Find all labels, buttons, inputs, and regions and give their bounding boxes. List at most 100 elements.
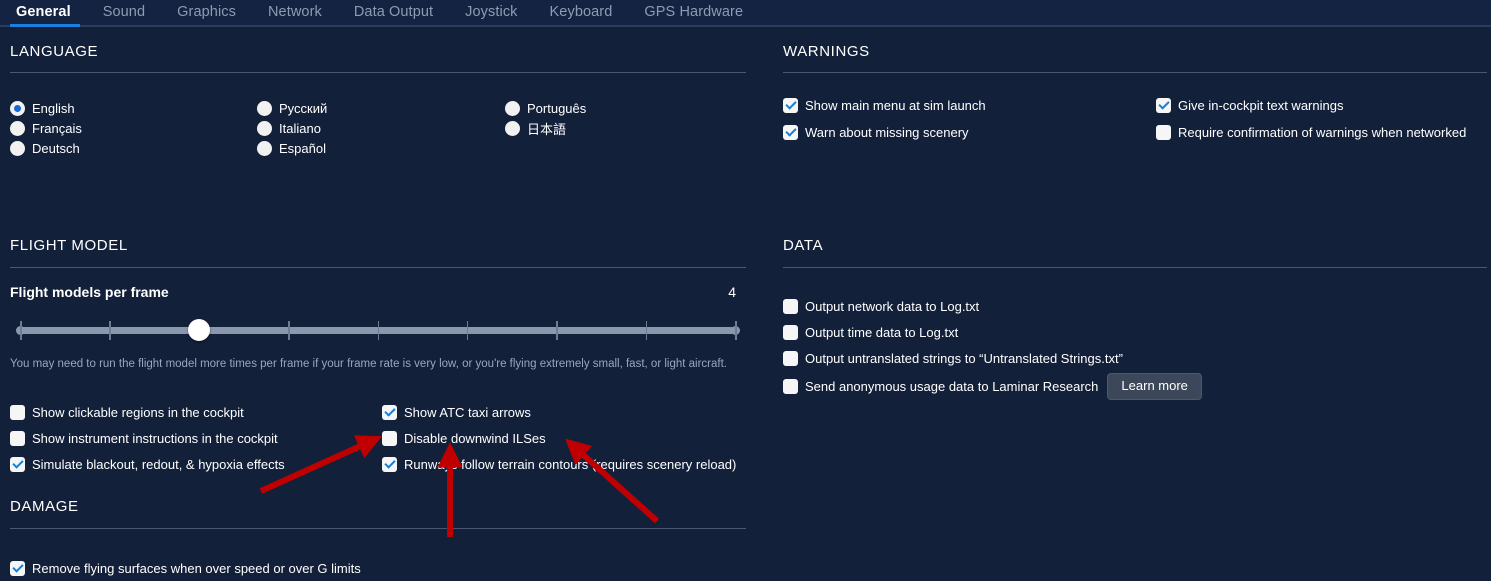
slider-tick: [20, 321, 22, 340]
checkbox-label-disable-downwind-ilses: Disable downwind ILSes: [404, 430, 546, 446]
checkbox-show-instrument-instructions[interactable]: [10, 430, 25, 446]
checkbox-row-disable-downwind-ilses[interactable]: Disable downwind ILSes: [382, 425, 736, 451]
flight-model-divider: [10, 267, 746, 268]
checkbox-disable-downwind-ilses[interactable]: [382, 430, 397, 446]
checkbox-row-send-anonymous-usage-data[interactable]: Send anonymous usage data to Laminar Res…: [783, 371, 1202, 401]
language-section-title: LANGUAGE: [10, 43, 99, 60]
radio-label-japanese: 日本語: [527, 121, 567, 137]
checkbox-row-show-instrument-instructions[interactable]: Show instrument instructions in the cock…: [10, 425, 285, 451]
checkbox-label-send-anonymous-usage-data: Send anonymous usage data to Laminar Res…: [805, 378, 1099, 394]
damage-checkbox-list: Remove flying surfaces when over speed o…: [10, 555, 361, 581]
warnings-divider: [783, 72, 1487, 73]
radio-row-russian[interactable]: Русский: [257, 98, 327, 118]
radio-label-portugues: Português: [527, 100, 587, 116]
checkbox-row-remove-flying-surfaces[interactable]: Remove flying surfaces when over speed o…: [10, 555, 361, 581]
warnings-column-2: Give in-cockpit text warnings Require co…: [1156, 92, 1466, 146]
tab-bar: General Sound Graphics Network Data Outp…: [0, 0, 1491, 27]
slider-tick: [109, 321, 111, 340]
checkbox-row-output-untranslated-strings[interactable]: Output untranslated strings to “Untransl…: [783, 345, 1202, 371]
checkbox-label-show-atc-taxi-arrows: Show ATC taxi arrows: [404, 404, 531, 420]
radio-label-deutsch: Deutsch: [32, 140, 80, 156]
flight-models-per-frame-value: 4: [728, 284, 736, 300]
damage-divider: [10, 528, 746, 529]
radio-italiano[interactable]: [257, 120, 272, 136]
tab-joystick[interactable]: Joystick: [465, 0, 517, 24]
checkbox-label-output-network-data: Output network data to Log.txt: [805, 298, 980, 314]
learn-more-button[interactable]: Learn more: [1107, 372, 1202, 400]
active-tab-indicator: [10, 24, 80, 27]
checkbox-warn-missing-scenery[interactable]: [783, 125, 798, 140]
flight-model-checkbox-column-2: Show ATC taxi arrows Disable downwind IL…: [382, 399, 736, 477]
radio-row-deutsch[interactable]: Deutsch: [10, 138, 82, 158]
checkbox-simulate-blackout[interactable]: [10, 456, 25, 472]
checkbox-label-warn-missing-scenery: Warn about missing scenery: [805, 125, 969, 140]
checkbox-show-main-menu[interactable]: [783, 98, 798, 113]
radio-portugues[interactable]: [505, 100, 520, 116]
checkbox-row-give-incockpit-warnings[interactable]: Give in-cockpit text warnings: [1156, 92, 1466, 119]
tab-keyboard[interactable]: Keyboard: [550, 0, 613, 24]
data-checkbox-list: Output network data to Log.txt Output ti…: [783, 293, 1202, 401]
flight-models-per-frame-slider[interactable]: [0, 313, 760, 345]
flight-models-per-frame-row: Flight models per frame 4: [10, 284, 746, 302]
flight-model-section-title: FLIGHT MODEL: [10, 237, 128, 254]
checkbox-row-warn-missing-scenery[interactable]: Warn about missing scenery: [783, 119, 986, 146]
checkbox-output-time-data[interactable]: [783, 324, 798, 340]
radio-francais[interactable]: [10, 120, 25, 136]
slider-tick: [735, 321, 737, 340]
checkbox-label-show-instrument-instructions: Show instrument instructions in the cock…: [32, 430, 278, 446]
checkbox-remove-flying-surfaces[interactable]: [10, 560, 25, 576]
radio-row-francais[interactable]: Français: [10, 118, 82, 138]
radio-espanol[interactable]: [257, 140, 272, 156]
tab-bar-divider: [0, 25, 1491, 27]
checkbox-output-network-data[interactable]: [783, 298, 798, 314]
checkbox-row-output-time-data[interactable]: Output time data to Log.txt: [783, 319, 1202, 345]
language-column-3: Português 日本語: [505, 98, 586, 138]
radio-row-italiano[interactable]: Italiano: [257, 118, 327, 138]
checkbox-label-show-clickable-regions: Show clickable regions in the cockpit: [32, 404, 244, 420]
checkbox-row-show-main-menu[interactable]: Show main menu at sim launch: [783, 92, 986, 119]
tab-gps-hardware[interactable]: GPS Hardware: [644, 0, 743, 24]
checkbox-label-require-confirmation: Require confirmation of warnings when ne…: [1178, 125, 1467, 140]
radio-russian[interactable]: [257, 100, 272, 116]
checkbox-show-clickable-regions[interactable]: [10, 404, 25, 420]
radio-row-english[interactable]: English: [10, 98, 82, 118]
checkbox-require-confirmation[interactable]: [1156, 125, 1171, 140]
tab-sound[interactable]: Sound: [103, 0, 145, 24]
checkbox-runways-follow-terrain-contours[interactable]: [382, 456, 397, 472]
checkbox-label-show-main-menu: Show main menu at sim launch: [805, 98, 986, 113]
checkbox-send-anonymous-usage-data[interactable]: [783, 378, 798, 394]
data-divider: [783, 267, 1487, 268]
tab-data-output[interactable]: Data Output: [354, 0, 433, 24]
radio-japanese[interactable]: [505, 120, 520, 136]
slider-tick: [556, 321, 558, 340]
checkbox-row-show-atc-taxi-arrows[interactable]: Show ATC taxi arrows: [382, 399, 736, 425]
slider-tick: [377, 321, 379, 340]
language-column-2: Русский Italiano Español: [257, 98, 327, 158]
slider-thumb[interactable]: [187, 319, 210, 341]
checkbox-label-give-incockpit-warnings: Give in-cockpit text warnings: [1178, 98, 1344, 113]
checkbox-show-atc-taxi-arrows[interactable]: [382, 404, 397, 420]
radio-deutsch[interactable]: [10, 140, 25, 156]
slider-tick: [288, 321, 290, 340]
checkbox-row-output-network-data[interactable]: Output network data to Log.txt: [783, 293, 1202, 319]
tab-network[interactable]: Network: [268, 0, 322, 24]
radio-english[interactable]: [10, 100, 25, 116]
radio-label-russian: Русский: [279, 100, 328, 116]
language-column-1: English Français Deutsch: [10, 98, 82, 158]
radio-row-portugues[interactable]: Português: [505, 98, 586, 118]
radio-row-espanol[interactable]: Español: [257, 138, 327, 158]
warnings-column-1: Show main menu at sim launch Warn about …: [783, 92, 986, 146]
checkbox-output-untranslated-strings[interactable]: [783, 350, 798, 366]
checkbox-give-incockpit-warnings[interactable]: [1156, 98, 1171, 113]
radio-row-japanese[interactable]: 日本語: [505, 118, 586, 138]
flight-model-checkbox-column-1: Show clickable regions in the cockpit Sh…: [10, 399, 285, 477]
checkbox-row-require-confirmation[interactable]: Require confirmation of warnings when ne…: [1156, 119, 1466, 146]
tab-general[interactable]: General: [16, 0, 71, 24]
checkbox-row-simulate-blackout[interactable]: Simulate blackout, redout, & hypoxia eff…: [10, 451, 285, 477]
checkbox-row-show-clickable-regions[interactable]: Show clickable regions in the cockpit: [10, 399, 285, 425]
checkbox-row-runways-follow-terrain-contours[interactable]: Runways follow terrain contours (require…: [382, 451, 736, 477]
checkbox-label-simulate-blackout: Simulate blackout, redout, & hypoxia eff…: [32, 456, 285, 472]
tab-graphics[interactable]: Graphics: [177, 0, 236, 24]
warnings-section-title: WARNINGS: [783, 43, 870, 60]
slider-tick: [466, 321, 469, 340]
